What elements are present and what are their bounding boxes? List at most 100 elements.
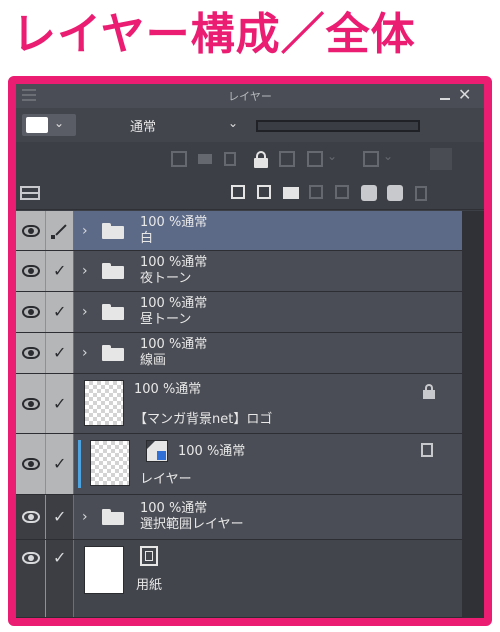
expand-chevron-icon[interactable]: ›	[82, 346, 88, 360]
check-icon: ✓	[53, 261, 67, 280]
draft-layer-icon[interactable]	[222, 150, 240, 168]
lock-transparency-icon[interactable]	[278, 150, 296, 168]
check-icon: ✓	[53, 454, 67, 473]
lock-layer-icon[interactable]	[252, 150, 270, 168]
layer-blend-info: 100 %通常	[140, 501, 208, 516]
folder-icon	[102, 509, 124, 525]
layer-name: 選択範囲レイヤー	[140, 517, 244, 532]
layer-row[interactable]: ✓ › 100 %通常 夜トーン	[16, 251, 462, 292]
layer-name: 昼トーン	[140, 312, 192, 327]
paper-layer-icon	[140, 546, 158, 566]
panel-title: レイヤー	[228, 90, 272, 103]
clip-to-layer-icon[interactable]	[170, 150, 188, 168]
visibility-toggle[interactable]	[16, 434, 46, 494]
folder-icon	[102, 223, 124, 239]
edit-target-toggle[interactable]: ✓	[46, 374, 74, 433]
edit-target-toggle[interactable]: ✓	[46, 495, 74, 539]
blend-mode-row: ⌄ 通常 ⌄	[16, 108, 484, 142]
check-icon: ✓	[53, 394, 67, 413]
folder-icon	[102, 263, 124, 279]
layer-blend-info: 100 %通常	[178, 444, 246, 459]
check-icon: ✓	[53, 507, 67, 526]
eye-icon	[22, 265, 40, 277]
layer-blend-info: 100 %通常	[134, 382, 202, 397]
edit-target-toggle[interactable]: ✓	[46, 540, 74, 617]
minimize-icon[interactable]	[440, 98, 450, 100]
layer-color-icon[interactable]	[430, 148, 452, 170]
mask-menu-icon[interactable]: ⌄	[306, 149, 340, 168]
check-icon: ✓	[53, 302, 67, 321]
new-raster-layer-icon[interactable]	[230, 184, 248, 202]
panel-title-bar[interactable]: レイヤー ✕	[16, 84, 484, 108]
raster-layer-icon	[146, 440, 168, 462]
eye-icon	[22, 225, 40, 237]
expand-chevron-icon[interactable]: ›	[82, 264, 88, 278]
layer-row[interactable]: ✓ › 100 %通常 昼トーン	[16, 292, 462, 333]
visibility-toggle[interactable]	[16, 333, 46, 373]
edit-target-toggle[interactable]: ✓	[46, 251, 74, 291]
create-mask-icon[interactable]	[360, 184, 378, 202]
layer-row[interactable]: ✓ 100 %通常 【マンガ背景net】ロゴ	[16, 374, 462, 434]
folder-icon	[102, 304, 124, 320]
visibility-toggle[interactable]	[16, 292, 46, 332]
visibility-toggle[interactable]	[16, 540, 46, 617]
edit-target-toggle[interactable]: ✓	[46, 434, 74, 494]
apply-mask-icon[interactable]	[386, 184, 404, 202]
layer-list: › 100 %通常 白 ✓ › 100 %通常 夜トーン ✓ › 100 %通常…	[16, 211, 484, 618]
chevron-down-icon: ⌄	[228, 116, 239, 130]
layer-blend-info: 100 %通常	[140, 255, 208, 270]
visibility-toggle[interactable]	[16, 251, 46, 291]
layer-thumbnail	[84, 380, 124, 426]
expand-chevron-icon[interactable]: ›	[82, 305, 88, 319]
opacity-slider[interactable]	[256, 120, 420, 132]
layer-panel-frame: レイヤー ✕ ⌄ 通常 ⌄ ⌄ ⌄ › 100 %通常 白 ✓ › 100 %通…	[8, 76, 492, 626]
layer-list-view-icon[interactable]	[20, 184, 42, 202]
color-swatch-button[interactable]: ⌄	[22, 114, 76, 136]
layer-row[interactable]: ✓ 100 %通常 レイヤー	[16, 434, 462, 495]
layer-row[interactable]: ✓ › 100 %通常 線画	[16, 333, 462, 374]
visibility-toggle[interactable]	[16, 211, 46, 250]
expand-chevron-icon[interactable]: ›	[82, 510, 88, 524]
new-folder-icon[interactable]	[282, 184, 300, 202]
eye-icon	[22, 398, 40, 410]
merge-down-icon[interactable]	[334, 184, 352, 202]
layer-list-scrollbar[interactable]	[462, 211, 484, 618]
transfer-down-icon[interactable]	[308, 184, 326, 202]
blend-mode-label: 通常	[130, 120, 157, 135]
page-heading: レイヤー構成／全体	[12, 9, 416, 60]
layer-name: 白	[140, 231, 154, 246]
folder-icon	[102, 345, 124, 361]
layer-thumbnail	[90, 440, 130, 486]
layer-row[interactable]: ✓ › 100 %通常 選択範囲レイヤー	[16, 495, 462, 540]
edit-target-toggle[interactable]: ✓	[46, 333, 74, 373]
layer-thumbnail	[84, 546, 124, 594]
eye-icon	[22, 306, 40, 318]
layer-row[interactable]: ✓ 用紙	[16, 540, 462, 618]
layer-name: 夜トーン	[140, 271, 192, 286]
layer-actions-toolbar	[16, 176, 484, 210]
reference-layer-icon[interactable]	[196, 150, 214, 168]
visibility-toggle[interactable]	[16, 495, 46, 539]
main-color-swatch	[26, 117, 48, 133]
check-icon: ✓	[53, 548, 67, 567]
check-icon: ✓	[53, 343, 67, 362]
layer-property-toolbar: ⌄ ⌄	[16, 142, 484, 176]
eye-icon	[22, 511, 40, 523]
layer-name: レイヤー	[140, 472, 192, 487]
chevron-down-icon: ⌄	[54, 116, 65, 130]
lock-icon	[422, 384, 436, 400]
visibility-toggle[interactable]	[16, 374, 46, 433]
layer-blend-info: 100 %通常	[140, 296, 208, 311]
new-vector-layer-icon[interactable]	[256, 184, 274, 202]
delete-layer-icon[interactable]	[412, 184, 430, 202]
active-layer-marker	[78, 440, 81, 488]
expand-chevron-icon[interactable]: ›	[82, 224, 88, 238]
layer-row[interactable]: › 100 %通常 白	[16, 211, 462, 251]
layer-blend-info: 100 %通常	[140, 215, 208, 230]
ruler-menu-icon[interactable]: ⌄	[362, 149, 396, 168]
edit-target-toggle[interactable]: ✓	[46, 292, 74, 332]
reference-layer-icon	[420, 442, 438, 460]
close-icon[interactable]: ✕	[458, 86, 471, 104]
blend-mode-select[interactable]: 通常 ⌄	[84, 114, 248, 136]
layer-blend-info: 100 %通常	[140, 337, 208, 352]
